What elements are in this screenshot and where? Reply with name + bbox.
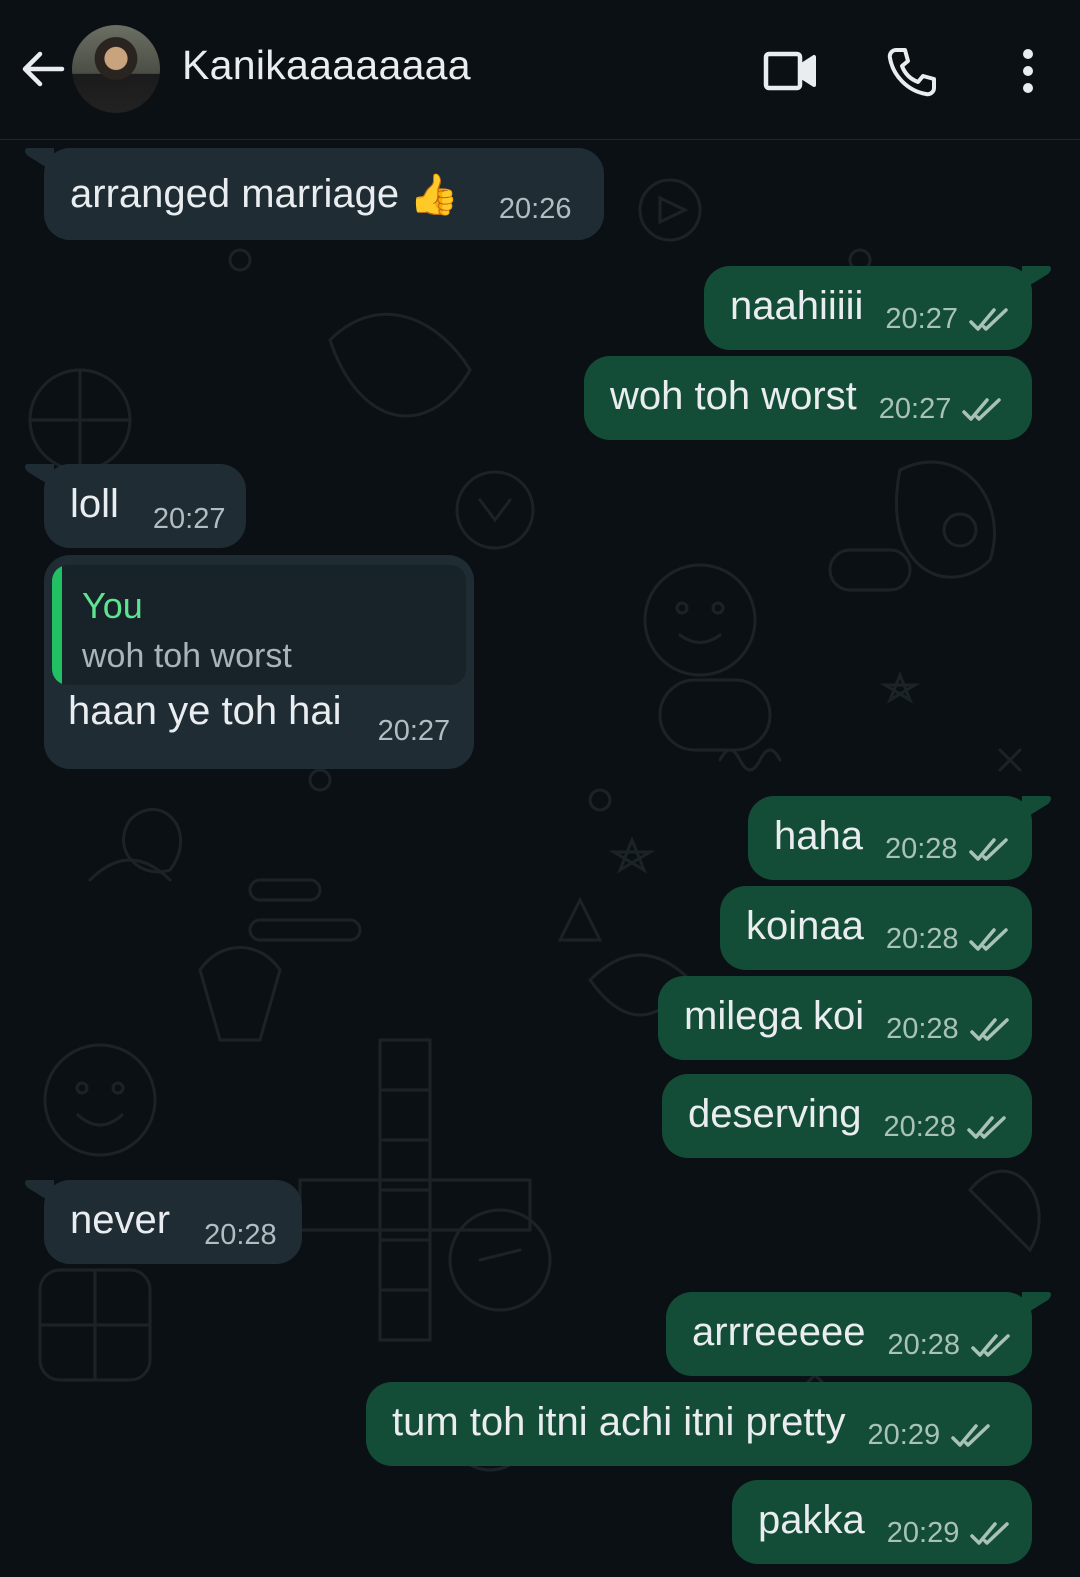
message-meta: 20:28: [886, 1013, 1013, 1060]
message-meta: 20:27: [885, 303, 1012, 350]
double-check-icon: [962, 397, 1002, 421]
video-call-icon[interactable]: [762, 44, 818, 100]
chat-area[interactable]: arranged marriage 👍 20:26 naahiiiii 20:2…: [0, 140, 1080, 1577]
message-text: never: [70, 1198, 171, 1242]
phone-icon[interactable]: [884, 44, 940, 100]
message-bubble-incoming-reply[interactable]: You woh toh worst haan ye toh hai 20:27: [44, 555, 474, 769]
double-check-icon: [951, 1423, 990, 1447]
quoted-message[interactable]: You woh toh worst: [52, 565, 466, 685]
message-bubble-outgoing[interactable]: woh toh worst 20:27: [584, 356, 1032, 440]
quoted-text: woh toh worst: [82, 637, 292, 675]
thumbs-up-emoji: 👍: [409, 173, 459, 217]
message-time: 20:27: [885, 303, 958, 335]
message-bubble-outgoing[interactable]: milega koi 20:28: [658, 976, 1032, 1060]
message-text: woh toh worst: [610, 374, 857, 418]
message-bubble-incoming[interactable]: loll 20:27: [44, 464, 246, 548]
message-text: arranged marriage: [70, 172, 400, 216]
reply-body: haan ye toh hai 20:27: [68, 689, 450, 760]
message-text: tum toh itni achi itni pretty: [392, 1400, 846, 1444]
message-text: loll: [70, 482, 119, 526]
double-check-icon: [969, 1017, 1009, 1041]
message-text: haan ye toh hai: [68, 689, 342, 733]
message-bubble-outgoing[interactable]: deserving 20:28: [662, 1074, 1032, 1158]
message-text: koinaa: [746, 904, 864, 948]
arrow-left-icon[interactable]: [18, 44, 68, 94]
message-time: 20:29: [867, 1419, 941, 1451]
message-meta: 20:28: [883, 1111, 1010, 1158]
message-text: arrreeeee: [692, 1310, 866, 1354]
message-meta: 20:27: [879, 393, 1006, 440]
message-time: 20:28: [883, 1111, 957, 1143]
message-time: 20:28: [886, 1013, 959, 1045]
message-text: haha: [774, 814, 863, 858]
message-bubble-outgoing[interactable]: koinaa 20:28: [720, 886, 1032, 970]
message-bubble-outgoing[interactable]: haha 20:28: [748, 796, 1032, 880]
double-check-icon: [969, 927, 1009, 951]
message-meta: 20:28: [887, 1329, 1014, 1376]
message-time: 20:27: [152, 503, 226, 535]
message-time: 20:28: [887, 1329, 961, 1361]
message-text: pakka: [758, 1498, 865, 1542]
message-meta: 20:29: [887, 1517, 1014, 1564]
message-time: 20:28: [885, 923, 959, 955]
contact-name[interactable]: Kanikaaaaaaaa: [182, 42, 471, 89]
message-time: 20:27: [878, 393, 952, 425]
message-time: 20:29: [886, 1517, 960, 1549]
message-text: naahiiiii: [730, 284, 864, 328]
message-time: 20:28: [204, 1219, 277, 1251]
double-check-icon: [968, 837, 1008, 861]
message-text: deserving: [688, 1092, 862, 1136]
message-time: 20:28: [884, 833, 958, 865]
double-check-icon: [969, 307, 1008, 331]
chat-header: Kanikaaaaaaaa: [0, 0, 1080, 140]
message-meta: 20:29: [868, 1419, 995, 1466]
double-check-icon: [970, 1521, 1010, 1545]
message-bubble-outgoing[interactable]: arrreeeee 20:28: [666, 1292, 1032, 1376]
avatar[interactable]: [72, 25, 160, 113]
message-bubble-outgoing[interactable]: tum toh itni achi itni pretty 20:29: [366, 1382, 1032, 1466]
quoted-author: You: [82, 585, 143, 626]
more-vertical-icon[interactable]: [1000, 44, 1056, 100]
double-check-icon: [967, 1115, 1006, 1139]
message-bubble-outgoing[interactable]: naahiiiii 20:27: [704, 266, 1032, 350]
message-text: milega koi: [684, 994, 865, 1038]
message-time: 20:27: [377, 715, 451, 747]
message-bubble-incoming[interactable]: arranged marriage 👍 20:26: [44, 148, 604, 240]
message-time: 20:26: [498, 193, 572, 225]
message-bubble-incoming[interactable]: never 20:28: [44, 1180, 302, 1264]
message-meta: 20:28: [886, 923, 1013, 970]
quote-accent-bar: [52, 565, 62, 685]
message-meta: 20:28: [885, 833, 1012, 880]
message-bubble-outgoing[interactable]: pakka 20:29: [732, 1480, 1032, 1564]
double-check-icon: [971, 1333, 1010, 1357]
